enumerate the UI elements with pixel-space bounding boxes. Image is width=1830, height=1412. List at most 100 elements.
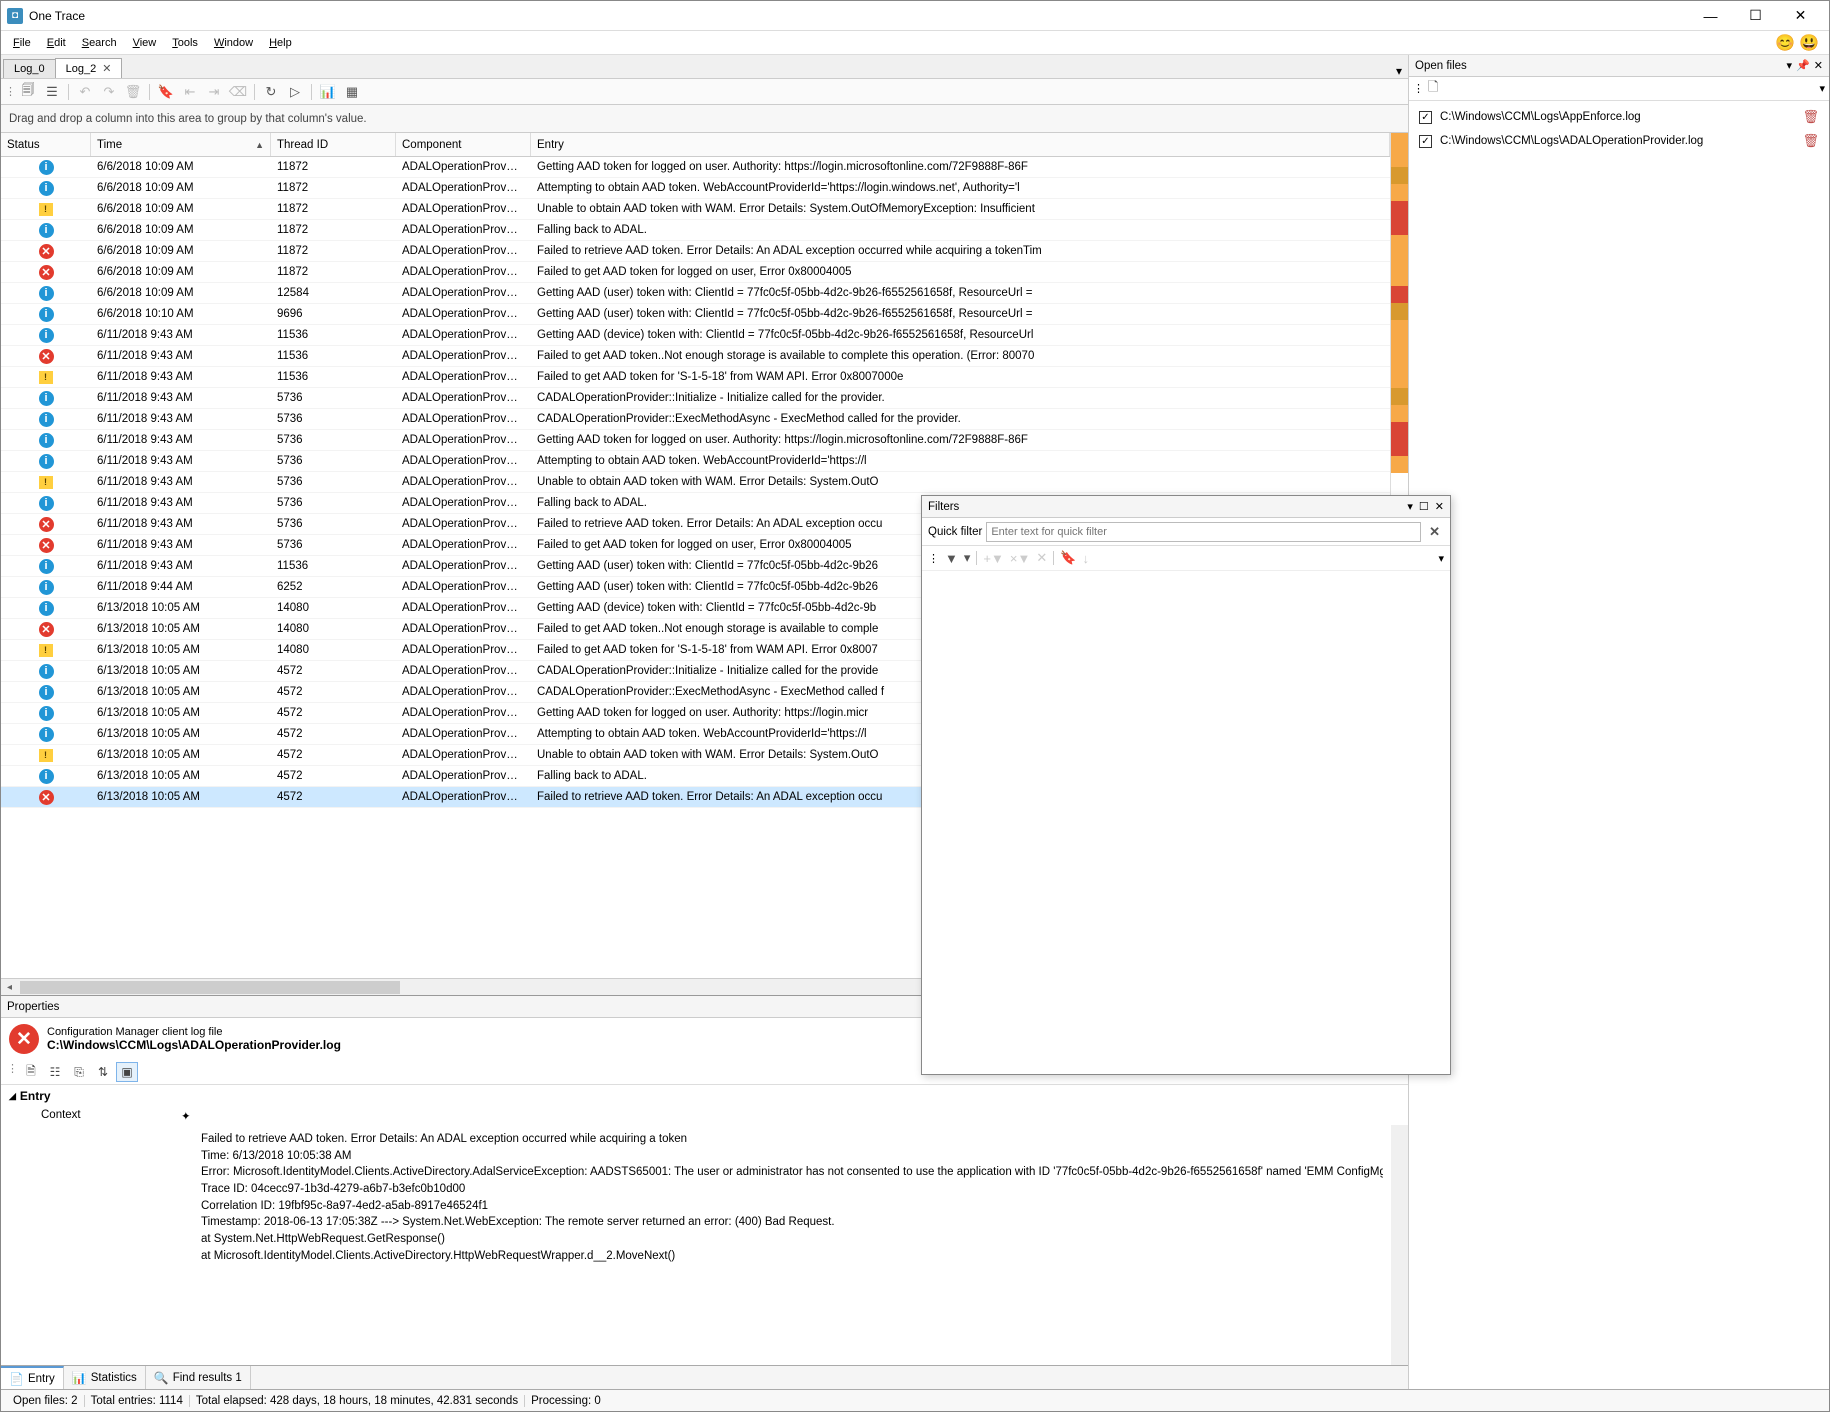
menu-help[interactable]: Help	[261, 35, 300, 51]
menu-search[interactable]: Search	[74, 35, 125, 51]
table-row[interactable]: i6/11/2018 9:43 AM5736ADALOperationProv……	[1, 430, 1390, 451]
emoji-icon[interactable]: 😊	[1775, 33, 1795, 53]
table-row[interactable]: ✕6/6/2018 10:09 AM11872ADALOperationProv…	[1, 241, 1390, 262]
props-view5-icon[interactable]: ▣	[116, 1062, 138, 1082]
col-entry[interactable]: Entry	[531, 133, 1390, 156]
panel-menu-icon[interactable]: ▾	[1787, 59, 1793, 72]
context-pin-icon[interactable]: ✦	[181, 1109, 191, 1123]
maximize-icon[interactable]: ☐	[1419, 500, 1429, 513]
props-view3-icon[interactable]: ⎘	[68, 1062, 90, 1082]
maximize-button[interactable]: ☐	[1733, 2, 1778, 30]
cell-component: ADALOperationProv…	[396, 665, 531, 677]
undo-icon[interactable]: ↶	[75, 82, 95, 102]
scroll-thumb[interactable]	[20, 981, 400, 994]
table-row[interactable]: 6/6/2018 10:09 AM11872ADALOperationProv……	[1, 199, 1390, 220]
group-bar[interactable]: Drag and drop a column into this area to…	[1, 105, 1408, 133]
copy-icon[interactable]: 🗐	[18, 82, 38, 102]
filter-add-icon[interactable]: +▼	[983, 551, 1003, 566]
col-time[interactable]: Time	[91, 133, 271, 156]
filter-dropdown-icon[interactable]: ▾	[964, 550, 971, 566]
emoji-icon[interactable]: 😃	[1799, 33, 1819, 53]
tab-entry[interactable]: 📄Entry	[1, 1366, 64, 1389]
close-button[interactable]: ✕	[1778, 2, 1823, 30]
toolbar-grip-icon: ⋮	[7, 1062, 18, 1082]
status-processing: Processing: 0	[525, 1395, 607, 1407]
table-row[interactable]: 6/11/2018 9:43 AM11536ADALOperationProv……	[1, 367, 1390, 388]
clear-filter-icon[interactable]: ✕	[1425, 524, 1444, 540]
tab-log2[interactable]: Log_2✕	[55, 58, 123, 78]
list-icon[interactable]: ☰	[42, 82, 62, 102]
remove-file-icon[interactable]: 🗑	[1802, 109, 1819, 125]
delete-icon[interactable]: 🗑	[123, 82, 143, 102]
table-row[interactable]: ✕6/6/2018 10:09 AM11872ADALOperationProv…	[1, 262, 1390, 283]
play-icon[interactable]: ▷	[285, 82, 305, 102]
grid-icon[interactable]: ▦	[342, 82, 362, 102]
column-headers: Status Time Thread ID Component Entry	[1, 133, 1390, 157]
menu-file[interactable]: File	[5, 35, 39, 51]
col-status[interactable]: Status	[1, 133, 91, 156]
table-row[interactable]: i6/6/2018 10:09 AM11872ADALOperationProv…	[1, 178, 1390, 199]
redo-icon[interactable]: ↷	[99, 82, 119, 102]
panel-close-icon[interactable]: ✕	[1814, 59, 1823, 72]
cell-entry: Failed to get AAD token..Not enough stor…	[531, 350, 1390, 362]
open-file-icon[interactable]: 🗋	[1428, 78, 1438, 100]
table-row[interactable]: i6/6/2018 10:09 AM12584ADALOperationProv…	[1, 283, 1390, 304]
collapse-icon[interactable]: ◢	[9, 1091, 16, 1102]
props-view1-icon[interactable]: 🗎	[20, 1062, 42, 1082]
warn-icon	[39, 371, 53, 384]
col-thread[interactable]: Thread ID	[271, 133, 396, 156]
table-row[interactable]: 6/11/2018 9:43 AM5736ADALOperationProv…U…	[1, 472, 1390, 493]
props-view4-icon[interactable]: ⇅	[92, 1062, 114, 1082]
table-row[interactable]: ✕6/11/2018 9:43 AM11536ADALOperationProv…	[1, 346, 1390, 367]
checkbox-icon[interactable]: ✓	[1419, 135, 1432, 148]
table-row[interactable]: i6/11/2018 9:43 AM5736ADALOperationProv……	[1, 451, 1390, 472]
minimize-button[interactable]: —	[1688, 2, 1733, 30]
table-row[interactable]: i6/11/2018 9:43 AM11536ADALOperationProv…	[1, 325, 1390, 346]
filter-remove-icon[interactable]: ×▼	[1010, 551, 1030, 566]
tab-log0[interactable]: Log_0	[3, 59, 56, 78]
filter-clear-icon[interactable]: ✕	[1036, 550, 1047, 566]
table-row[interactable]: i6/6/2018 10:09 AM11872ADALOperationProv…	[1, 220, 1390, 241]
table-row[interactable]: i6/6/2018 10:10 AM9696ADALOperationProv……	[1, 304, 1390, 325]
bookmark-icon[interactable]: 🔖	[156, 82, 176, 102]
filter-highlight-icon[interactable]: 🔖	[1060, 550, 1076, 566]
cell-time: 6/13/2018 10:05 AM	[91, 749, 271, 761]
tab-statistics[interactable]: 📊Statistics	[64, 1366, 146, 1389]
menu-edit[interactable]: Edit	[39, 35, 74, 51]
panel-close-icon[interactable]: ✕	[1435, 500, 1444, 513]
tab-close-icon[interactable]: ✕	[102, 62, 111, 75]
col-component[interactable]: Component	[396, 133, 531, 156]
menu-window[interactable]: Window	[206, 35, 261, 51]
open-file-item[interactable]: ✓ C:\Windows\CCM\Logs\AppEnforce.log 🗑	[1413, 105, 1825, 129]
next-bookmark-icon[interactable]: ⇥	[204, 82, 224, 102]
open-file-item[interactable]: ✓ C:\Windows\CCM\Logs\ADALOperationProvi…	[1413, 129, 1825, 153]
cell-component: ADALOperationProv…	[396, 413, 531, 425]
menu-view[interactable]: View	[125, 35, 165, 51]
pin-icon[interactable]: 📌	[1796, 59, 1810, 72]
checkbox-icon[interactable]: ✓	[1419, 111, 1432, 124]
quick-filter-input[interactable]	[986, 522, 1421, 542]
remove-file-icon[interactable]: 🗑	[1802, 133, 1819, 149]
scroll-left-icon[interactable]: ◂	[1, 979, 18, 996]
prev-bookmark-icon[interactable]: ⇤	[180, 82, 200, 102]
props-view2-icon[interactable]: ☷	[44, 1062, 66, 1082]
stats-icon[interactable]: 📊	[318, 82, 338, 102]
menu-tools[interactable]: Tools	[164, 35, 206, 51]
filter-next-icon[interactable]: ↓	[1082, 551, 1089, 566]
status-openfiles: Open files: 2	[7, 1395, 85, 1407]
cell-entry: Attempting to obtain AAD token. WebAccou…	[531, 182, 1390, 194]
table-row[interactable]: i6/6/2018 10:09 AM11872ADALOperationProv…	[1, 157, 1390, 178]
filter-icon[interactable]: ▼	[945, 551, 958, 566]
tab-find-results[interactable]: 🔍Find results 1	[146, 1366, 251, 1389]
refresh-icon[interactable]: ↻	[261, 82, 281, 102]
table-row[interactable]: i6/11/2018 9:43 AM5736ADALOperationProv……	[1, 409, 1390, 430]
table-row[interactable]: i6/11/2018 9:43 AM5736ADALOperationProv……	[1, 388, 1390, 409]
cell-thread: 4572	[271, 665, 396, 677]
tab-overflow-button[interactable]: ▾	[1390, 64, 1408, 78]
info-icon: i	[39, 160, 54, 175]
clear-bookmark-icon[interactable]: ⌫	[228, 82, 248, 102]
cell-time: 6/11/2018 9:43 AM	[91, 392, 271, 404]
overflow-icon[interactable]: ▾	[1438, 552, 1444, 565]
panel-menu-icon[interactable]: ▾	[1407, 500, 1413, 513]
overflow-icon[interactable]: ▾	[1819, 82, 1825, 95]
